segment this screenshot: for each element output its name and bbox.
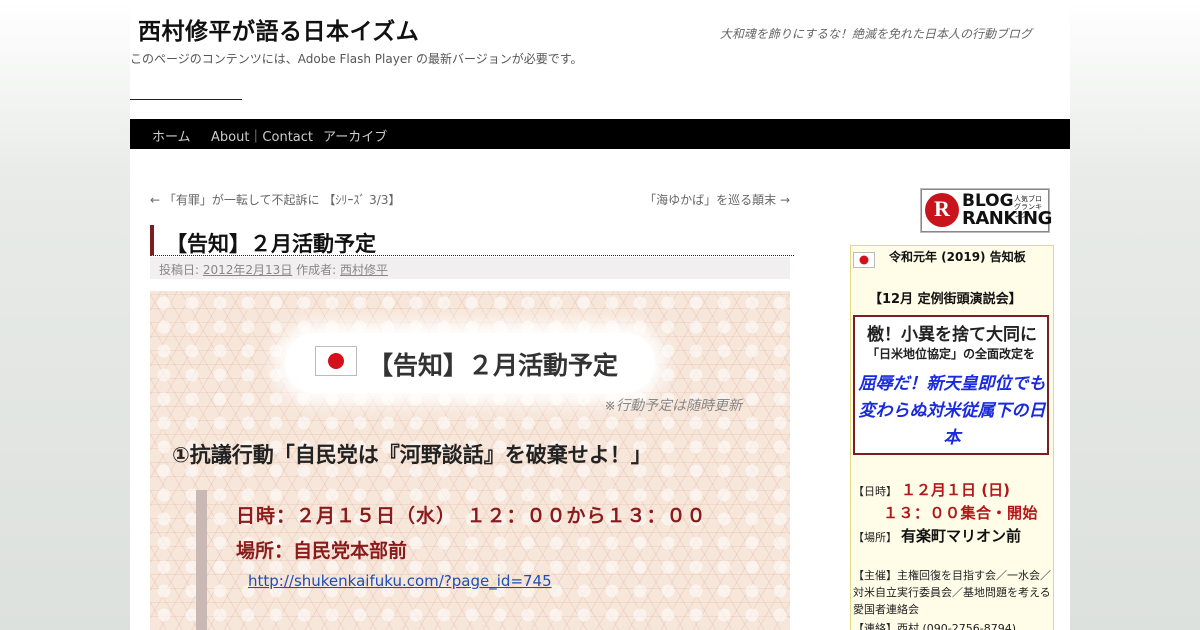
slogan-line1: 檄！小異を捨て大同に [867,325,1037,345]
slogan-line2: 「日米地位協定」の全面改定を [867,347,1036,361]
post-content: 【告知】２月活動予定 ※行動予定は随時更新 ①抗議行動「自民党は『河野談話』を破… [150,291,790,630]
quote-bar [196,490,207,630]
ranking-r-icon: R [925,193,959,227]
date-value: １２月１日 (日) [901,481,1010,499]
event-link[interactable]: http://shukenkaifuku.com/?page_id=745 [248,572,552,590]
meta-author-label: 作成者: [296,263,337,277]
update-note: ※行動予定は随時更新 [604,398,742,414]
meta-posted-label: 投稿日: [159,263,200,277]
widget-header: 令和元年 (2019) 告知板 [889,250,1026,264]
blog-ranking-badge[interactable]: R BLOG 人気ブログランキング RANKING [920,188,1052,233]
main-nav: ホーム About｜Contact アーカイブ [130,119,1070,149]
event-heading: ①抗議行動「自民党は『河野談話』を破棄せよ！」 [172,443,652,467]
place-value: 有楽町マリオン前 [901,527,1022,545]
widget-subheader: 【12月 定例街頭演説会】 [869,292,1022,307]
page-container: 西村修平が語る日本イズム 大和魂を飾りにするな！絶滅を免れた日本人の行動ブログ … [130,0,1070,630]
post-meta: 投稿日: 2012年2月13日 作成者: 西村修平 [150,257,790,279]
flash-notice: このページのコンテンツには、Adobe Flash Player の最新バージョ… [130,52,583,66]
notice-board-widget: 令和元年 (2019) 告知板 【12月 定例街頭演説会】 檄！小異を捨て大同に… [850,245,1054,630]
site-description: 大和魂を飾りにするな！絶滅を免れた日本人の行動ブログ [719,27,1032,41]
organizer-text: 【主催】主権回復を目指す会／一水会／対米自立実行委員会／基地問題を考える愛国者連… [853,569,1051,616]
japan-flag-icon [315,346,357,376]
meta-author-link[interactable]: 西村修平 [340,263,388,277]
slogan-line3: 屈辱だ！新天皇即位でも変わらぬ対米従属下の日本 [858,374,1046,448]
place-label: 【場所】 [853,531,897,544]
nav-item-archive[interactable]: アーカイブ [323,126,387,145]
site-title[interactable]: 西村修平が語る日本イズム [138,12,419,46]
event-place: 場所：自民党本部前 [236,540,408,562]
next-post-link[interactable]: 「海ゆかば」を巡る顛末 → [644,191,790,208]
flash-divider [130,99,242,100]
contact-text: 【連絡】西村 (090-2756-8794) [853,622,1017,630]
ranking-letter: R [934,196,950,221]
post-title: 【告知】２月活動予定 [166,232,376,256]
ranking-rank-text: RANKING [962,208,1052,229]
japan-flag-icon [853,252,875,268]
time-value: １３：００集合・開始 [883,504,1039,522]
prev-post-link[interactable]: ← 「有罪」が一転して不起訴に 【ｼﾘｰｽﾞ 3/3】 [150,191,400,208]
nav-item-about-contact[interactable]: About｜Contact [211,126,313,145]
nav-item-home[interactable]: ホーム [152,126,191,145]
banner-title: 【告知】２月活動予定 [368,351,619,380]
date-label: 【日時】 [853,485,897,498]
widget-slogan-box: 檄！小異を捨て大同に 「日米地位協定」の全面改定を 屈辱だ！新天皇即位でも変わら… [853,315,1049,455]
post-title-bar: 【告知】２月活動予定 [150,225,794,256]
meta-date-link[interactable]: 2012年2月13日 [203,263,292,277]
event-time: 日時：２月１５日（水） １２：００から１３：００ [236,505,707,527]
